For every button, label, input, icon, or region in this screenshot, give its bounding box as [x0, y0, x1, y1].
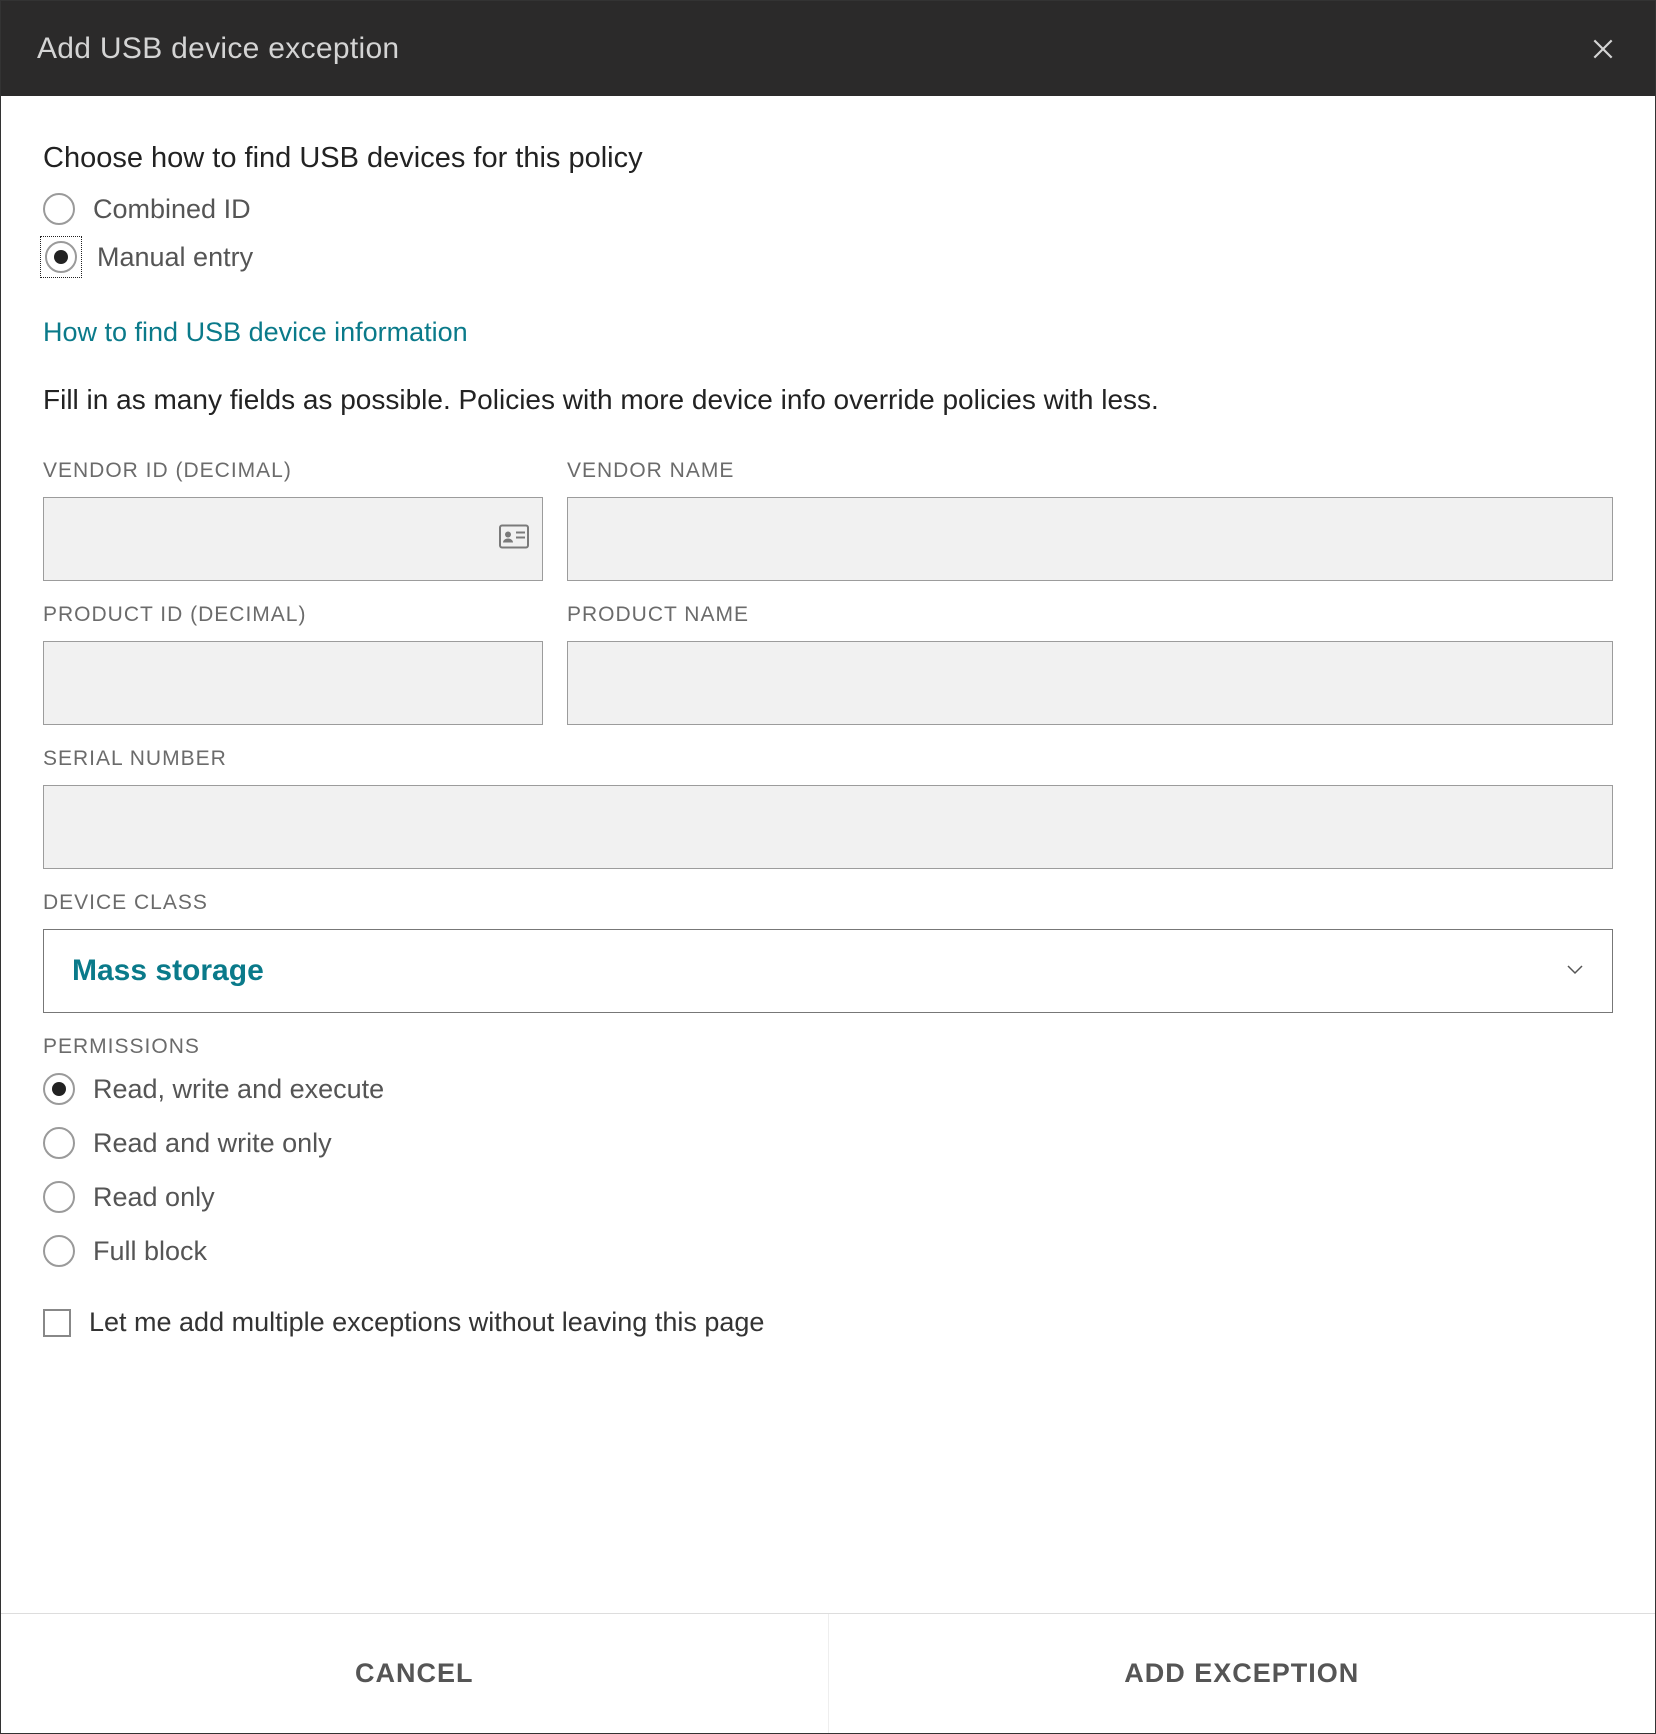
product-id-input[interactable] — [43, 641, 543, 725]
id-card-icon — [499, 525, 529, 554]
vendor-name-label: VENDOR NAME — [567, 459, 1613, 483]
product-id-field: PRODUCT ID (DECIMAL) — [43, 603, 543, 725]
device-class-select[interactable]: Mass storage — [43, 929, 1613, 1013]
permission-option-rwx[interactable]: Read, write and execute — [43, 1073, 1613, 1105]
radio-manual-entry[interactable] — [45, 241, 77, 273]
add-usb-exception-modal: Add USB device exception Choose how to f… — [0, 0, 1656, 1734]
modal-title: Add USB device exception — [37, 32, 399, 66]
modal-body: Choose how to find USB devices for this … — [1, 96, 1655, 1613]
vendor-id-label: VENDOR ID (DECIMAL) — [43, 459, 543, 483]
radio-label: Read only — [93, 1182, 215, 1213]
multi-add-row[interactable]: Let me add multiple exceptions without l… — [43, 1307, 1613, 1338]
vendor-id-field: VENDOR ID (DECIMAL) — [43, 459, 543, 581]
cancel-button[interactable]: CANCEL — [1, 1614, 829, 1733]
vendor-name-field: VENDOR NAME — [567, 459, 1613, 581]
permission-option-block[interactable]: Full block — [43, 1235, 1613, 1267]
product-name-field: PRODUCT NAME — [567, 603, 1613, 725]
vendor-id-input[interactable] — [43, 497, 543, 581]
multi-add-checkbox[interactable] — [43, 1309, 71, 1337]
titlebar: Add USB device exception — [1, 1, 1655, 96]
permission-option-rw[interactable]: Read and write only — [43, 1127, 1613, 1159]
serial-number-input[interactable] — [43, 785, 1613, 869]
permission-option-ro[interactable]: Read only — [43, 1181, 1613, 1213]
multi-add-label: Let me add multiple exceptions without l… — [89, 1307, 764, 1338]
add-exception-button[interactable]: ADD EXCEPTION — [829, 1614, 1656, 1733]
radio-label: Full block — [93, 1236, 207, 1267]
product-id-label: PRODUCT ID (DECIMAL) — [43, 603, 543, 627]
radio-rwx[interactable] — [43, 1073, 75, 1105]
find-method-heading: Choose how to find USB devices for this … — [43, 142, 1613, 175]
product-name-label: PRODUCT NAME — [567, 603, 1613, 627]
radio-label: Manual entry — [97, 242, 253, 273]
radio-ro[interactable] — [43, 1181, 75, 1213]
device-class-value: Mass storage — [72, 954, 264, 988]
chevron-down-icon — [1566, 962, 1584, 980]
device-class-label: DEVICE CLASS — [43, 891, 1613, 915]
serial-number-label: SERIAL NUMBER — [43, 747, 1613, 771]
radio-label: Read, write and execute — [93, 1074, 384, 1105]
usb-info-help-link[interactable]: How to find USB device information — [43, 317, 468, 348]
radio-label: Combined ID — [93, 194, 251, 225]
permissions-label: PERMISSIONS — [43, 1035, 1613, 1059]
find-option-manual-entry[interactable]: Manual entry — [43, 239, 1613, 275]
permissions-group: Read, write and execute Read and write o… — [43, 1073, 1613, 1267]
radio-label: Read and write only — [93, 1128, 332, 1159]
find-option-combined-id[interactable]: Combined ID — [43, 193, 1613, 225]
radio-rw[interactable] — [43, 1127, 75, 1159]
radio-combined-id[interactable] — [43, 193, 75, 225]
close-icon — [1590, 36, 1616, 62]
device-class-field: DEVICE CLASS Mass storage — [43, 891, 1613, 1013]
product-name-input[interactable] — [567, 641, 1613, 725]
help-text: Fill in as many fields as possible. Poli… — [43, 380, 1613, 419]
radio-block[interactable] — [43, 1235, 75, 1267]
close-button[interactable] — [1587, 33, 1619, 65]
vendor-name-input[interactable] — [567, 497, 1613, 581]
serial-number-field: SERIAL NUMBER — [43, 747, 1613, 869]
modal-footer: CANCEL ADD EXCEPTION — [1, 1613, 1655, 1733]
